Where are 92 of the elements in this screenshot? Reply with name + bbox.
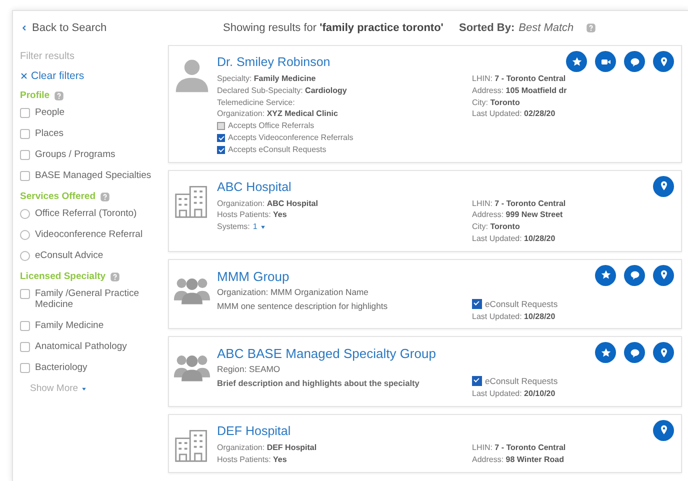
sort-label: Sorted By: xyxy=(459,22,515,34)
location-button[interactable] xyxy=(653,51,674,72)
checkbox[interactable] xyxy=(217,146,225,154)
detail-field: Telemedicine Service: xyxy=(217,96,462,108)
help-icon xyxy=(110,272,120,282)
chat-button[interactable] xyxy=(624,264,645,286)
checkbox-label: eConsult Requests xyxy=(485,375,558,388)
detail-field: Last Updated: 10/28/20 xyxy=(472,232,688,245)
detail-field: Declared Sub-Specialty: Cardiology xyxy=(217,84,462,97)
star-button[interactable] xyxy=(595,342,616,364)
filter-option[interactable]: Family Medicine xyxy=(20,320,159,331)
checkbox-label: eConsult Requests xyxy=(485,298,558,311)
location-button[interactable] xyxy=(653,342,674,364)
help-icon xyxy=(54,90,64,100)
location-button[interactable] xyxy=(653,176,674,197)
filter-option[interactable]: Places xyxy=(20,128,159,139)
filter-option[interactable]: People xyxy=(20,107,159,118)
checkbox-label: Accepts Office Referrals xyxy=(228,120,314,132)
star-button[interactable] xyxy=(566,51,587,72)
radio-button[interactable] xyxy=(20,251,30,261)
checkbox[interactable] xyxy=(20,289,30,299)
checkbox-label: Accepts eConsult Requests xyxy=(228,144,326,156)
detail-field: LHIN: 7 - Toronto Central xyxy=(472,198,688,210)
back-link[interactable]: Back to Search xyxy=(21,22,223,34)
filter-option[interactable]: Anatomical Pathology xyxy=(20,341,159,352)
filter-option[interactable]: BASE Managed Specialties xyxy=(20,170,159,181)
checkbox-label: Accepts Videoconference Referrals xyxy=(228,132,354,144)
detail-field: Address: 98 Winter Road xyxy=(472,454,688,466)
checkbox[interactable] xyxy=(20,171,30,181)
detail-field: Organization: XYZ Medical Clinic xyxy=(217,108,462,120)
filter-option[interactable]: Videoconference Referral xyxy=(20,229,159,240)
detail-field: Hosts Patients: Yes xyxy=(217,454,462,466)
checkbox[interactable] xyxy=(20,129,30,139)
help-icon xyxy=(586,23,596,33)
filter-group-title: Services Offered xyxy=(20,191,96,202)
filter-group-title: Licensed Specialty xyxy=(20,271,106,282)
clear-filters-link[interactable]: Clear filters xyxy=(20,70,159,82)
checkbox[interactable] xyxy=(217,134,225,142)
result-name[interactable]: Dr. Smiley Robinson xyxy=(217,51,330,69)
detail-field: Organization: DEF Hospital xyxy=(217,442,462,454)
chat-button[interactable] xyxy=(624,342,645,364)
filter-option[interactable]: eConsult Advice xyxy=(20,250,159,261)
chevron-icon xyxy=(21,24,28,32)
detail-field: LHIN: 7 - Toronto Central xyxy=(472,442,688,454)
detail-field: Last Updated: 02/28/20 xyxy=(472,108,646,120)
result-name[interactable]: ABC Hospital xyxy=(217,176,292,194)
checkbox[interactable] xyxy=(20,108,30,118)
detail-field: Address: 999 New Street xyxy=(472,209,688,222)
close-icon xyxy=(20,72,28,80)
detail-field: LHIN: 7 - Toronto Central xyxy=(472,73,646,85)
detail-field: City: Toronto xyxy=(472,96,646,108)
result-name[interactable]: ABC BASE Managed Specialty Group xyxy=(217,342,436,362)
checkbox[interactable] xyxy=(20,150,30,160)
filter-option[interactable]: Bacteriology xyxy=(20,362,159,373)
chat-button[interactable] xyxy=(624,51,645,72)
detail-field: Organization: MMM Organization Name xyxy=(217,284,462,299)
location-button[interactable] xyxy=(653,420,674,441)
star-button[interactable] xyxy=(595,264,616,286)
caret-icon xyxy=(260,224,266,230)
help-icon xyxy=(100,192,110,202)
detail-field: Region: SEAMO xyxy=(217,362,462,376)
systems-link[interactable]: 1 xyxy=(252,221,258,233)
description-text: Brief description and highlights about the specialty xyxy=(217,377,420,390)
sort-value: Best Match xyxy=(518,22,574,34)
description-text: MMM one sentence description for highlights xyxy=(217,300,389,313)
result-name[interactable]: MMM Group xyxy=(217,264,290,284)
filter-group-title: Profile xyxy=(20,90,50,101)
detail-field: Last Updated: 10/28/20 xyxy=(472,310,675,322)
filter-option[interactable]: Office Referral (Toronto) xyxy=(20,208,159,219)
radio-button[interactable] xyxy=(20,209,30,219)
checkbox[interactable] xyxy=(217,122,225,130)
results-summary: Showing results for 'family practice toronto' xyxy=(223,22,444,34)
checkbox[interactable] xyxy=(20,321,30,331)
checkbox[interactable] xyxy=(472,298,482,309)
detail-field: Last Updated: 20/10/20 xyxy=(472,388,675,400)
checkbox[interactable] xyxy=(472,376,482,386)
detail-field: Address: 105 Moatfield dr xyxy=(472,84,646,97)
radio-button[interactable] xyxy=(20,230,30,240)
location-button[interactable] xyxy=(653,264,674,286)
detail-field: Hosts Patients: Yes xyxy=(217,209,462,222)
result-name[interactable]: DEF Hospital xyxy=(217,420,291,438)
detail-field: City: Toronto xyxy=(472,221,688,233)
filter-title: Filter results xyxy=(20,51,76,62)
filter-option[interactable]: Family /General Practice Medicine xyxy=(20,288,159,310)
checkbox[interactable] xyxy=(20,363,30,373)
caret-icon xyxy=(81,386,88,392)
detail-field: Specialty: Family Medicine xyxy=(217,73,462,85)
checkbox[interactable] xyxy=(20,342,30,352)
detail-label: Systems: xyxy=(217,221,250,233)
filter-option[interactable]: Groups / Programs xyxy=(20,149,159,160)
video-button[interactable] xyxy=(595,51,616,72)
detail-field: Organization: ABC Hospital xyxy=(217,198,462,210)
